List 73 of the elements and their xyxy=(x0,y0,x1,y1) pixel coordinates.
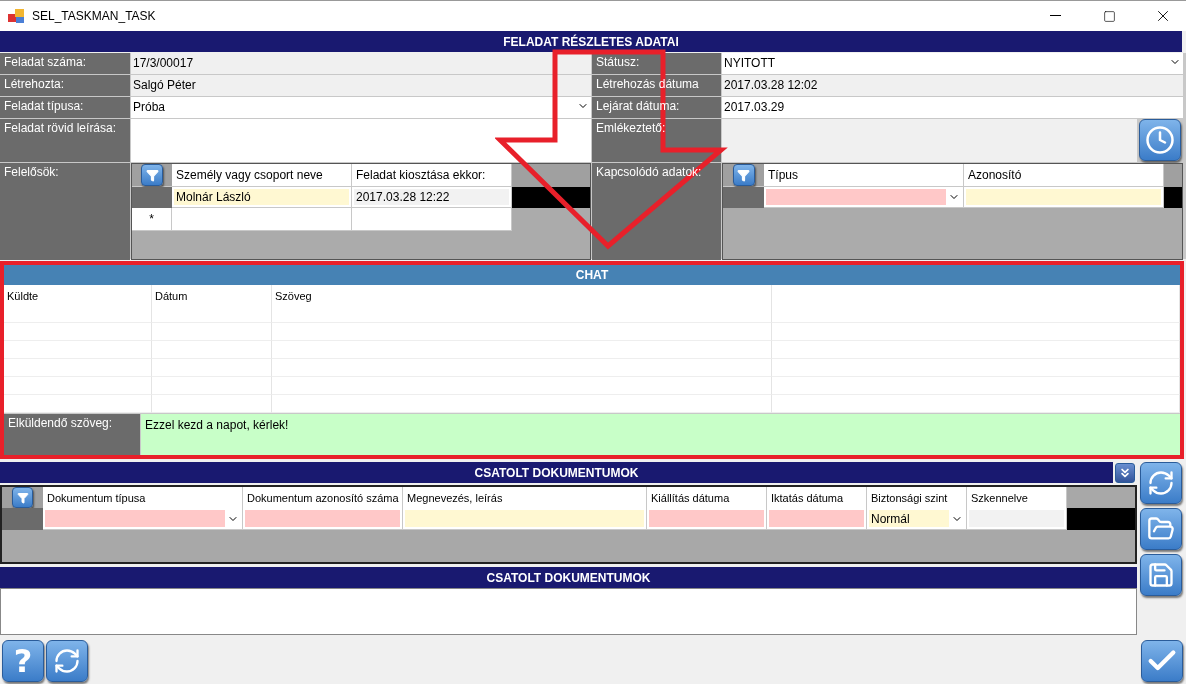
new-row-marker: * xyxy=(132,208,172,231)
save-button[interactable] xyxy=(1140,554,1182,596)
column-header[interactable]: Szöveg xyxy=(272,285,772,323)
column-header[interactable]: Dokumentum típusa xyxy=(43,487,243,509)
table-cell[interactable]: Molnár László xyxy=(172,187,352,208)
text-area[interactable] xyxy=(131,119,591,162)
clock-icon xyxy=(1145,125,1175,155)
field-label: Elküldendő szöveg: xyxy=(8,416,113,430)
table-cell[interactable] xyxy=(767,508,867,530)
field-label: Létrehozta: xyxy=(4,77,65,91)
row-end-cell xyxy=(1067,508,1135,530)
table-cell[interactable]: 2017.03.28 12:22 xyxy=(352,187,512,208)
column-header[interactable]: Azonosító xyxy=(964,164,1164,187)
column-header[interactable]: Feladat kiosztása ekkor: xyxy=(352,164,512,187)
filter-button[interactable] xyxy=(141,164,163,186)
app-icon xyxy=(8,9,24,23)
notes-area[interactable] xyxy=(0,588,1137,635)
table-cell[interactable] xyxy=(967,508,1067,530)
input-field[interactable]: 17/3/00017 xyxy=(131,53,591,74)
minimize-icon xyxy=(1049,15,1061,17)
field-label: Feladat száma: xyxy=(4,55,87,69)
dropdown-cell[interactable]: Normál xyxy=(867,508,967,530)
window-title: SEL_TASKMAN_TASK xyxy=(32,9,157,23)
refresh-button[interactable] xyxy=(1140,462,1182,504)
maximize-icon xyxy=(1102,9,1116,23)
table-cell[interactable] xyxy=(172,208,352,231)
column-header[interactable]: Dokumentum azonosító száma xyxy=(243,487,403,509)
column-header[interactable]: Iktatás dátuma xyxy=(767,487,867,509)
dropdown-field[interactable]: Próba xyxy=(131,97,591,118)
table-cell[interactable] xyxy=(352,208,512,231)
filter-icon xyxy=(737,168,750,182)
table-cell[interactable] xyxy=(243,508,403,530)
clock-button[interactable] xyxy=(1139,119,1181,161)
input-field[interactable]: 2017.03.28 12:02 xyxy=(722,75,1183,96)
confirm-button[interactable] xyxy=(1141,640,1183,682)
refresh-button[interactable] xyxy=(46,640,88,682)
column-header[interactable]: Küldte xyxy=(4,285,152,323)
refresh-icon xyxy=(1147,469,1175,497)
input-field[interactable]: Salgó Péter xyxy=(131,75,591,96)
column-header[interactable] xyxy=(772,285,1180,323)
table-cell[interactable] xyxy=(403,508,647,530)
folder-button[interactable] xyxy=(1140,508,1182,550)
filter-icon xyxy=(145,168,159,182)
section-header: CHAT xyxy=(4,265,1180,285)
filter-icon xyxy=(16,491,29,504)
column-header[interactable]: Típus xyxy=(764,164,964,187)
column-header[interactable]: Személy vagy csoport neve xyxy=(172,164,352,187)
field-label: Felelősök: xyxy=(4,165,59,179)
filter-button[interactable] xyxy=(732,164,755,186)
filter-button[interactable] xyxy=(12,487,33,508)
field-label: Státusz: xyxy=(596,55,640,69)
table-cell[interactable] xyxy=(647,508,767,530)
dropdown-field[interactable]: NYITOTT xyxy=(722,53,1183,74)
dropdown-cell[interactable] xyxy=(43,508,243,530)
column-header[interactable]: Megnevezés, leírás xyxy=(403,487,647,509)
message-field[interactable]: Ezzel kezd a napot, kérlek! xyxy=(141,414,1180,455)
section-header: CSATOLT DOKUMENTUMOK xyxy=(0,462,1113,483)
table-cell[interactable] xyxy=(964,187,1164,208)
column-header[interactable]: Biztonsági szint xyxy=(867,487,967,509)
refresh-icon xyxy=(53,647,81,675)
input-field[interactable]: 2017.03.29 xyxy=(722,97,1183,118)
row-end-cell xyxy=(1164,187,1182,208)
column-header[interactable]: Kiállítás dátuma xyxy=(647,487,767,509)
column-header[interactable]: Szkennelve xyxy=(967,487,1067,509)
reminder-field[interactable] xyxy=(722,119,1137,162)
section-header: FELADAT RÉSZLETES ADATAI xyxy=(0,31,1182,52)
save-icon xyxy=(1147,561,1175,589)
field-label: Feladat típusa: xyxy=(4,99,84,113)
dropdown-cell[interactable] xyxy=(764,187,964,208)
column-header[interactable]: Dátum xyxy=(152,285,272,323)
field-label: Feladat rövid leírása: xyxy=(4,121,117,135)
collapse-button[interactable] xyxy=(1115,462,1135,483)
section-header: CSATOLT DOKUMENTUMOK xyxy=(0,567,1137,588)
